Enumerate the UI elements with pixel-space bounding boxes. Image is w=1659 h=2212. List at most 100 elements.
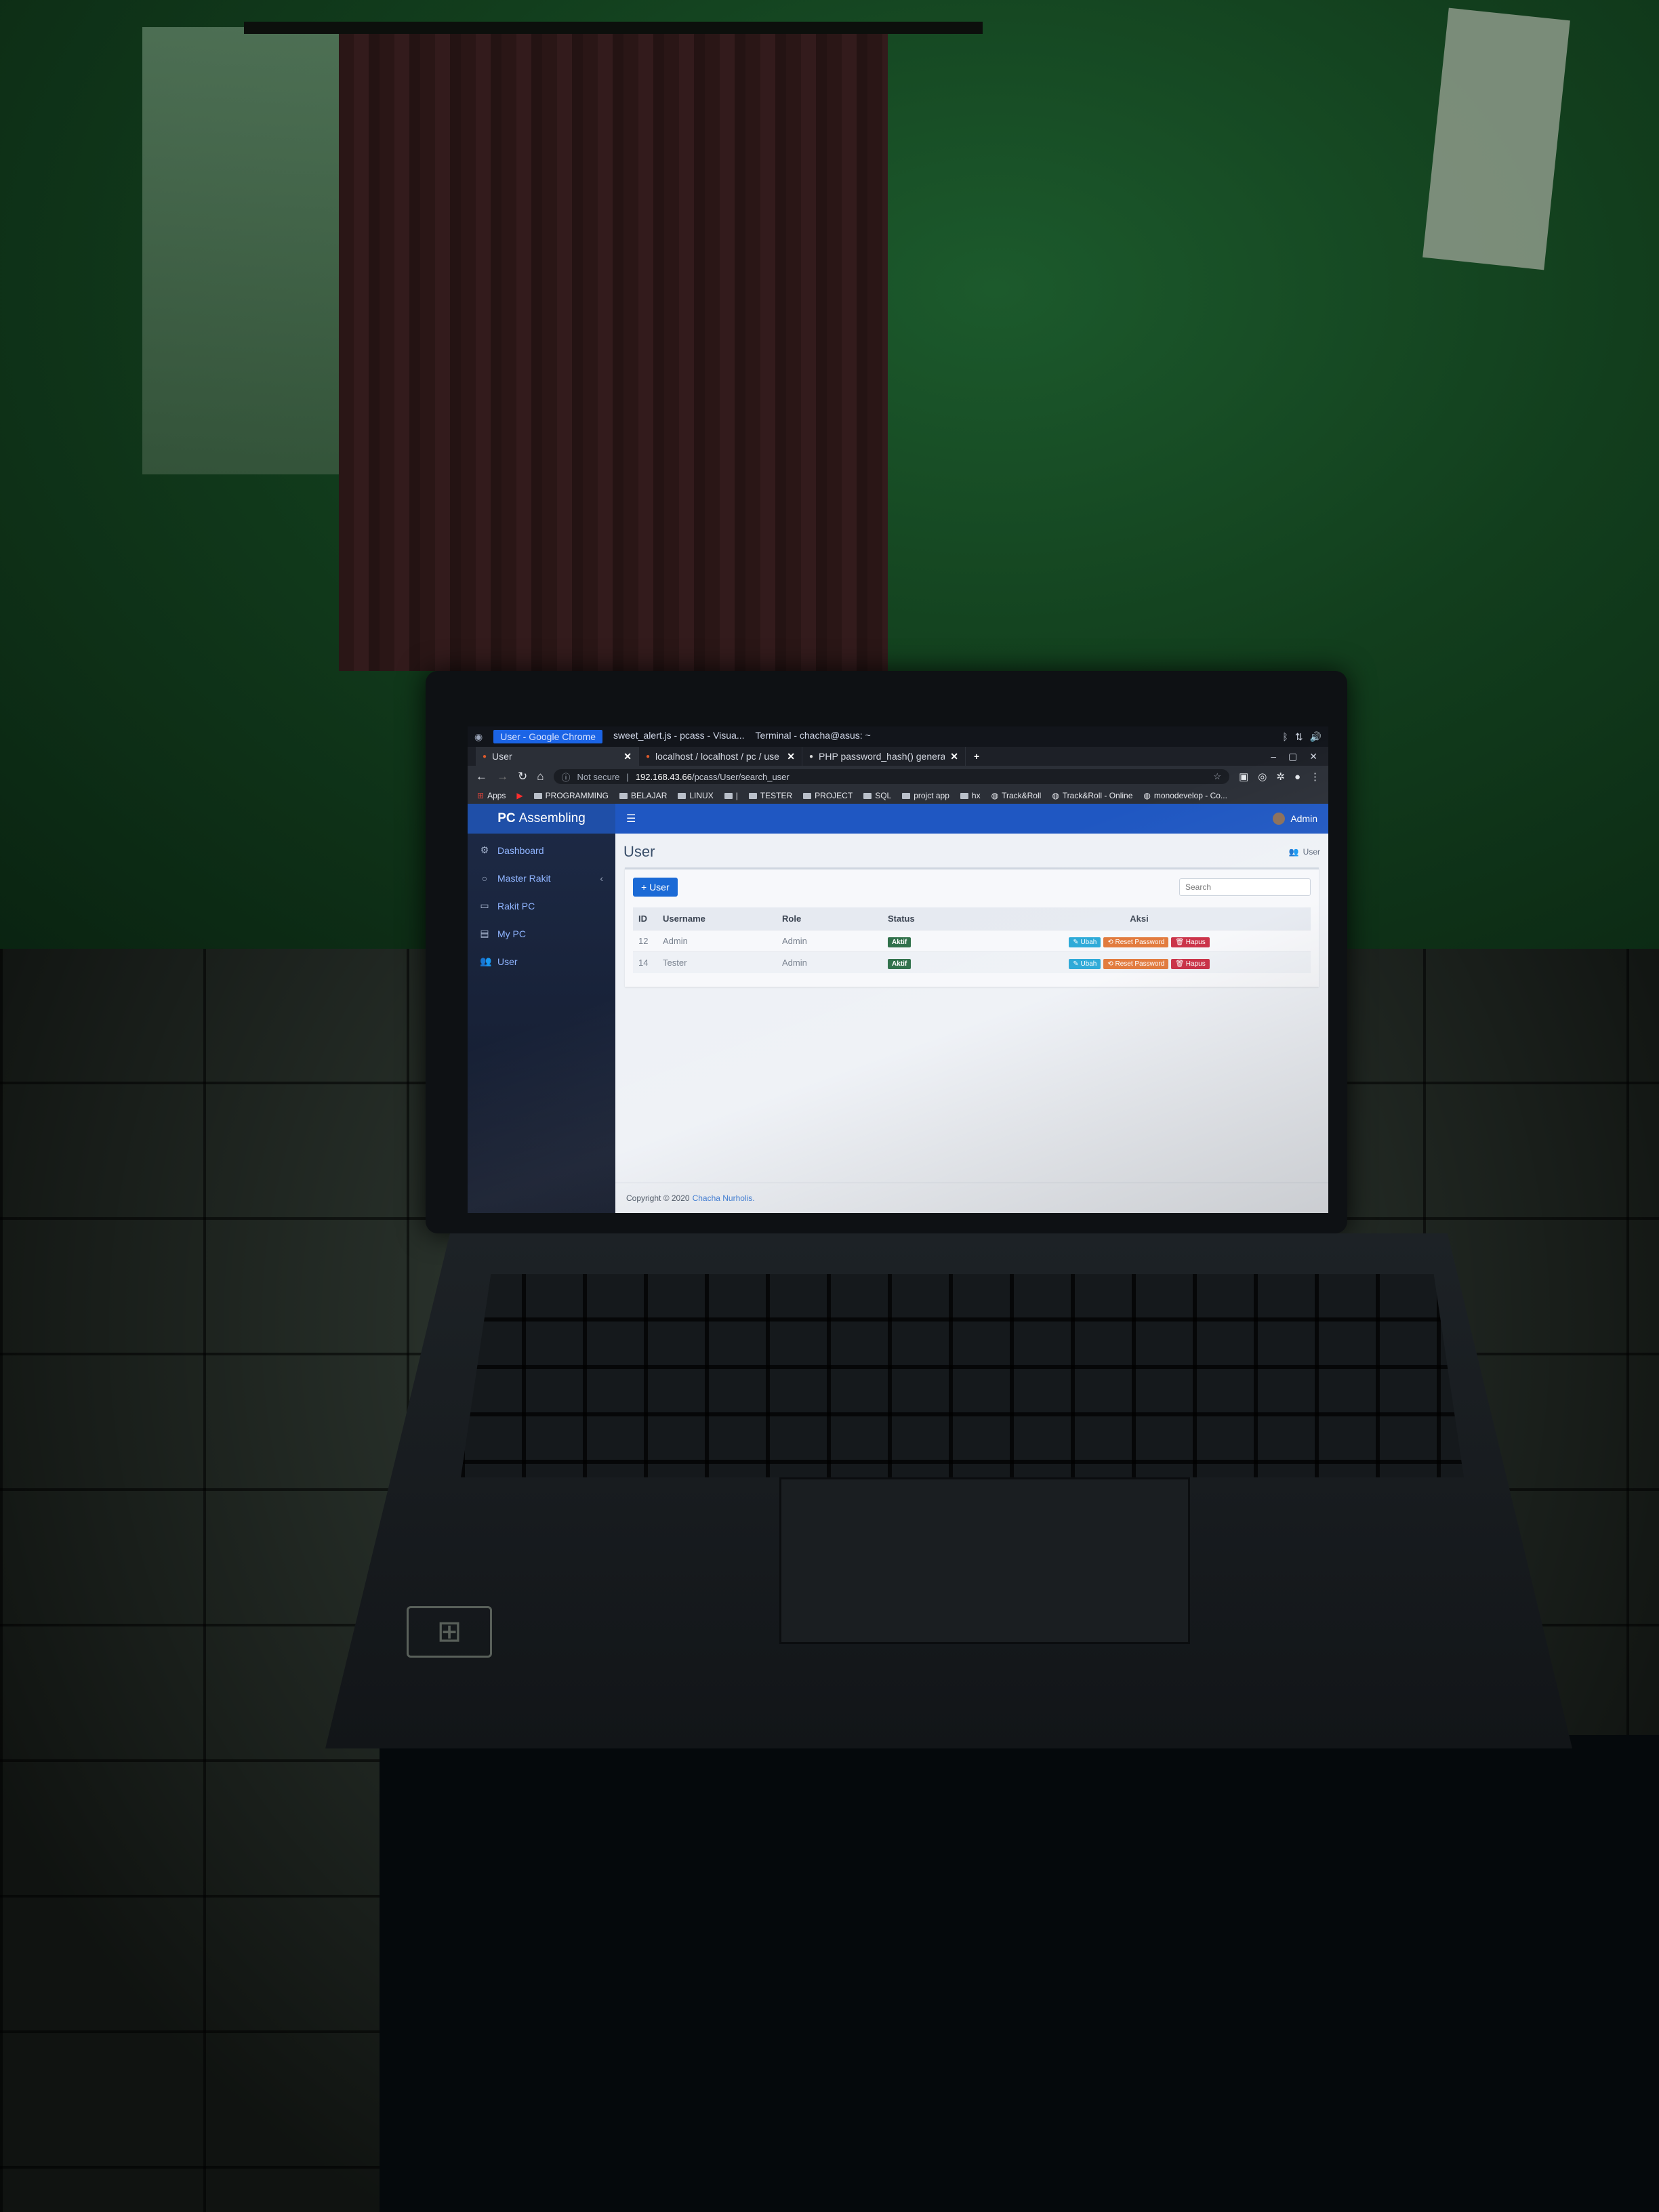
column-header: Aksi [968,907,1311,930]
minimize-icon[interactable]: – [1271,751,1276,762]
delete-button[interactable]: 🗑 Hapus [1171,959,1210,969]
bookmark-item[interactable]: TESTER [748,791,792,800]
back-icon[interactable]: ← [476,770,487,783]
close-tab-icon[interactable]: ✕ [787,751,795,762]
profile-icon[interactable]: ● [1294,771,1300,783]
browser-tab[interactable]: ● PHP password_hash() generat ✕ [802,747,966,766]
favicon-icon: ● [483,752,487,760]
laptop-touchpad [779,1477,1190,1644]
browser-menu-icon[interactable]: ⋮ [1310,771,1320,783]
delete-button[interactable]: 🗑 Hapus [1171,937,1210,947]
extension-icon-3[interactable]: ✲ [1276,771,1285,783]
bluetooth-icon[interactable]: ᛒ [1282,731,1288,743]
os-taskbar-app[interactable]: sweet_alert.js - pcass - Visua... [613,730,744,743]
close-window-icon[interactable]: ✕ [1309,751,1317,762]
os-top-bar: ◉ User - Google Chrome sweet_alert.js - p… [468,726,1328,747]
page-title: User [623,843,655,860]
reset-password-button[interactable]: ⟲ Reset Password [1103,937,1169,947]
tab-title: PHP password_hash() generat [819,751,945,762]
bookmark-item[interactable]: projct app [902,791,949,800]
os-taskbar-app[interactable]: Terminal - chacha@asus: ~ [756,730,871,743]
reset-password-button[interactable]: ⟲ Reset Password [1103,959,1169,969]
bookmark-item[interactable]: PROGRAMMING [533,791,609,800]
laptop-keyboard [461,1274,1464,1477]
close-tab-icon[interactable]: ✕ [950,751,958,762]
edit-button[interactable]: ✎ Ubah [1069,937,1101,947]
os-taskbar-app[interactable]: User - Google Chrome [493,730,603,743]
bookmark-item[interactable]: SQL [863,791,891,800]
hamburger-menu-icon[interactable]: ☰ [626,812,636,825]
bookmark-item[interactable]: LINUX [678,791,714,800]
window-controls: – ▢ ✕ [1271,747,1328,766]
user-card: + User IDUsernameRoleStatusAksi 12AdminA… [625,867,1319,987]
app-topbar: ☰ Admin [615,804,1328,834]
extension-icon-2[interactable]: ◎ [1258,771,1267,783]
cell-id: 12 [633,930,657,952]
sidebar-item-master-rakit[interactable]: ○ Master Rakit ‹ [468,864,615,892]
sidebar: PC Assembling ⚙ Dashboard ○ Master Rakit ‹ ▭ Ra… [468,804,615,1213]
extension-icon[interactable]: ▣ [1239,771,1248,783]
cell-status: Aktif [882,951,968,973]
network-icon[interactable]: ⇅ [1295,731,1303,743]
database-icon: ▤ [480,928,489,939]
bookmark-star-icon[interactable]: ☆ [1213,771,1221,782]
user-menu[interactable]: Admin [1273,813,1317,825]
new-tab-button[interactable]: + [966,747,987,766]
bookmark-item[interactable]: ◍ Track&Roll - Online [1052,791,1132,800]
reload-icon[interactable]: ↻ [518,770,527,783]
os-menu-icon[interactable]: ◉ [474,731,483,743]
app-brand[interactable]: PC Assembling [468,804,615,834]
favicon-icon: ● [646,752,651,760]
site-icon: ◍ [991,791,999,800]
web-app: PC Assembling ⚙ Dashboard ○ Master Rakit ‹ ▭ Ra… [468,804,1328,1213]
bookmarks-bar: ⊞ Apps ▶ PROGRAMMING BELAJAR LINUX | TESTER PROJ… [468,787,1328,804]
tab-title: localhost / localhost / pc / use [655,751,779,762]
home-icon[interactable]: ⌂ [537,770,544,783]
security-label: Not secure [577,771,620,782]
bookmark-item[interactable]: ◍ monodevelop - Co... [1143,791,1227,800]
curtain [339,34,888,671]
cell-username: Tester [657,951,777,973]
maximize-icon[interactable]: ▢ [1288,751,1297,762]
folder-icon [724,792,733,799]
address-bar[interactable]: ⓘ Not secure | 192.168.43.66/pcass/User/… [553,769,1230,784]
forward-icon[interactable]: → [497,770,508,783]
volume-icon[interactable]: 🔊 [1310,731,1322,743]
sidebar-item-rakit-pc[interactable]: ▭ Rakit PC [468,892,615,920]
bookmark-item[interactable]: | [724,791,738,800]
status-badge: Aktif [888,959,912,969]
sidebar-item-my-pc[interactable]: ▤ My PC [468,920,615,947]
bookmark-item[interactable]: ▶ [516,791,523,800]
bookmark-item[interactable]: PROJECT [803,791,853,800]
browser-toolbar: ← → ↻ ⌂ ⓘ Not secure | 192.168.43.66/pca… [468,766,1328,787]
youtube-icon: ▶ [516,791,523,800]
site-icon: ◍ [1052,791,1059,800]
info-icon[interactable]: ⓘ [562,771,571,783]
bookmark-item[interactable]: BELAJAR [619,791,667,800]
footer-author-link[interactable]: Chacha Nurholis. [693,1193,755,1203]
add-user-button[interactable]: + User [633,878,678,897]
browser-tab[interactable]: ● localhost / localhost / pc / use ✕ [639,747,802,766]
users-icon: 👥 [1288,847,1299,857]
close-tab-icon[interactable]: ✕ [623,751,632,762]
edit-button[interactable]: ✎ Ubah [1069,959,1101,969]
browser-tab[interactable]: ● User ✕ [476,747,639,766]
bookmark-item[interactable]: ◍ Track&Roll [991,791,1042,800]
circle-icon: ○ [481,872,488,884]
bookmark-item[interactable]: ⊞ Apps [477,791,506,800]
curtain-rod [244,22,983,34]
table-row: 12 Admin Admin Aktif ✎ Ubah ⟲ Reset Password 🗑… [633,930,1311,952]
column-header: Role [777,907,882,930]
sidebar-item-user[interactable]: 👥 User [468,947,615,975]
wall-poster [1422,7,1570,270]
site-icon: ◍ [1143,791,1151,800]
sidebar-item-label: Master Rakit [497,872,551,884]
wall-patch [142,27,346,474]
search-input[interactable] [1179,878,1311,896]
folder-icon [533,792,542,799]
folder-icon [619,792,628,799]
bookmark-item[interactable]: hx [960,791,981,800]
sidebar-item-dashboard[interactable]: ⚙ Dashboard [468,836,615,864]
cell-username: Admin [657,930,777,952]
status-badge: Aktif [888,937,912,947]
